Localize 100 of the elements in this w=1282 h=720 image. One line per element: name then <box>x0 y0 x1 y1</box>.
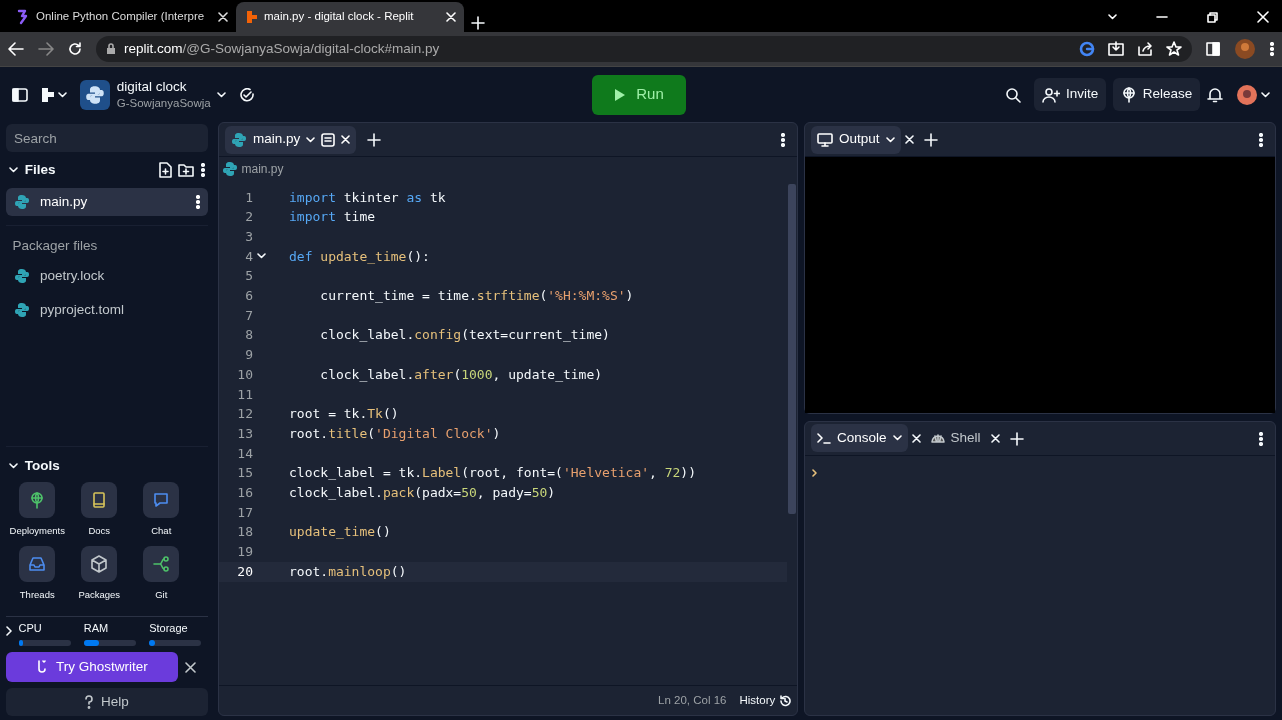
install-icon[interactable] <box>1108 41 1124 57</box>
help-button[interactable]: Help <box>6 688 208 716</box>
star-icon[interactable] <box>1166 41 1182 57</box>
bell-icon[interactable] <box>1206 86 1223 103</box>
close-icon[interactable] <box>184 661 196 673</box>
new-file-icon[interactable] <box>157 162 172 178</box>
usage-meter <box>149 640 202 646</box>
more-icon[interactable] <box>780 133 785 148</box>
section-heading[interactable]: Tools <box>24 455 60 476</box>
question-icon <box>85 695 94 709</box>
code-line: current_time = time.strftime('%H:%M:%S') <box>319 287 635 305</box>
more-icon[interactable] <box>1270 42 1274 56</box>
chat-icon <box>152 491 171 509</box>
search-field[interactable]: Search <box>6 124 208 152</box>
share-icon[interactable] <box>1137 41 1153 57</box>
file-item[interactable]: main.py <box>6 188 208 216</box>
avatar-icon[interactable] <box>1234 38 1256 60</box>
logo-icon[interactable] <box>41 86 55 103</box>
code-line: import tkinter as tk <box>288 188 447 207</box>
monitor-icon <box>817 132 833 147</box>
address-field[interactable]: replit.com/@G-SowjanyaSowja/digital-clock#main.py <box>96 36 1192 62</box>
git-icon <box>152 555 171 574</box>
close-icon[interactable] <box>218 12 228 22</box>
file-item[interactable]: poetry.lock <box>6 261 208 290</box>
console-tab[interactable]: Shell <box>924 424 987 452</box>
output-tab[interactable]: Output <box>811 125 901 154</box>
restore-icon[interactable] <box>1207 11 1218 23</box>
section-heading[interactable]: Files <box>24 159 152 181</box>
side-panel-icon[interactable] <box>1206 42 1220 56</box>
python-icon <box>222 161 239 177</box>
plus-icon[interactable] <box>1010 431 1025 446</box>
tool-item[interactable]: Threads <box>9 546 66 603</box>
favicon-icon <box>244 9 258 25</box>
minimize-icon[interactable] <box>1156 16 1168 18</box>
code-line: clock_label.after(1000, update_time) <box>319 365 604 384</box>
more-icon[interactable] <box>200 163 205 177</box>
tool-item[interactable]: Deployments <box>9 482 66 539</box>
breadcrumb[interactable]: main.py <box>241 160 284 178</box>
google-icon[interactable] <box>1079 41 1095 57</box>
line-number: 15 <box>236 464 254 483</box>
section-heading: Packager files <box>11 236 99 255</box>
tool-item[interactable]: Chat <box>133 482 190 539</box>
chevron-down-icon[interactable] <box>217 91 227 98</box>
tool-item[interactable]: Git <box>133 546 190 603</box>
ghostwriter-button[interactable]: Try Ghostwriter <box>6 652 178 682</box>
collapse-icon[interactable] <box>9 462 19 469</box>
file-item[interactable]: pyproject.toml <box>6 295 208 324</box>
shell-icon <box>930 431 945 445</box>
close-icon <box>341 135 351 144</box>
more-icon[interactable] <box>1258 133 1263 148</box>
fold-icon[interactable] <box>257 253 266 260</box>
avatar-icon[interactable] <box>1235 83 1258 106</box>
line-number: 10 <box>236 365 254 384</box>
line-number: 5 <box>244 267 254 286</box>
new-tab-icon[interactable] <box>470 16 485 31</box>
history-button[interactable]: History <box>739 691 791 710</box>
project-name[interactable]: digital clock <box>116 78 211 96</box>
cloud-check-icon[interactable] <box>239 87 256 102</box>
search-icon[interactable] <box>1004 86 1021 103</box>
line-number: 16 <box>236 484 254 503</box>
release-button[interactable]: Release <box>1112 78 1201 111</box>
line-number: 18 <box>236 523 254 542</box>
run-button[interactable]: Run <box>592 74 686 115</box>
code-line: root.mainloop() <box>288 562 408 581</box>
line-number: 8 <box>244 326 254 345</box>
plus-icon[interactable] <box>366 133 381 148</box>
invite-button[interactable]: Invite <box>1033 78 1107 111</box>
console-tab[interactable]: Console <box>811 424 908 452</box>
collapse-icon[interactable] <box>9 167 19 173</box>
expand-icon[interactable] <box>6 626 12 637</box>
more-icon[interactable] <box>1258 431 1263 446</box>
new-folder-icon[interactable] <box>178 163 195 177</box>
line-number: 1 <box>244 188 254 207</box>
chevron-down-icon[interactable] <box>58 91 68 98</box>
cursor-position: Ln 20, Col 16 <box>658 692 727 708</box>
scrollbar-thumb[interactable] <box>788 184 796 515</box>
more-icon[interactable] <box>196 195 200 209</box>
preview-icon <box>321 132 336 147</box>
python-icon <box>14 267 30 284</box>
editor-tab[interactable]: main.py <box>225 125 357 154</box>
reload-icon[interactable] <box>68 42 82 56</box>
line-number: 7 <box>244 306 254 325</box>
chevron-down-icon <box>885 136 895 143</box>
plus-icon[interactable] <box>924 133 939 148</box>
line-number: 6 <box>244 287 254 305</box>
forward-icon[interactable] <box>38 42 54 56</box>
packages-icon <box>90 555 109 574</box>
line-number: 17 <box>236 503 254 522</box>
tool-item[interactable]: Packages <box>71 546 128 603</box>
terminal-icon <box>817 432 831 444</box>
tool-item[interactable]: Docs <box>71 482 128 539</box>
browser-tab[interactable]: main.py - digital clock - Replit <box>236 2 464 32</box>
threads-icon <box>28 555 47 574</box>
sidebar-toggle-icon[interactable] <box>12 87 28 102</box>
browser-tab[interactable]: Online Python Compiler (Interpre <box>8 2 236 32</box>
chevron-down-icon[interactable] <box>1261 91 1270 98</box>
chevron-down-icon <box>306 136 316 143</box>
back-icon[interactable] <box>8 42 24 56</box>
url-text: replit.com/@G-SowjanyaSowja/digital-clock#main.py <box>124 39 440 58</box>
globe-icon <box>1120 86 1137 103</box>
